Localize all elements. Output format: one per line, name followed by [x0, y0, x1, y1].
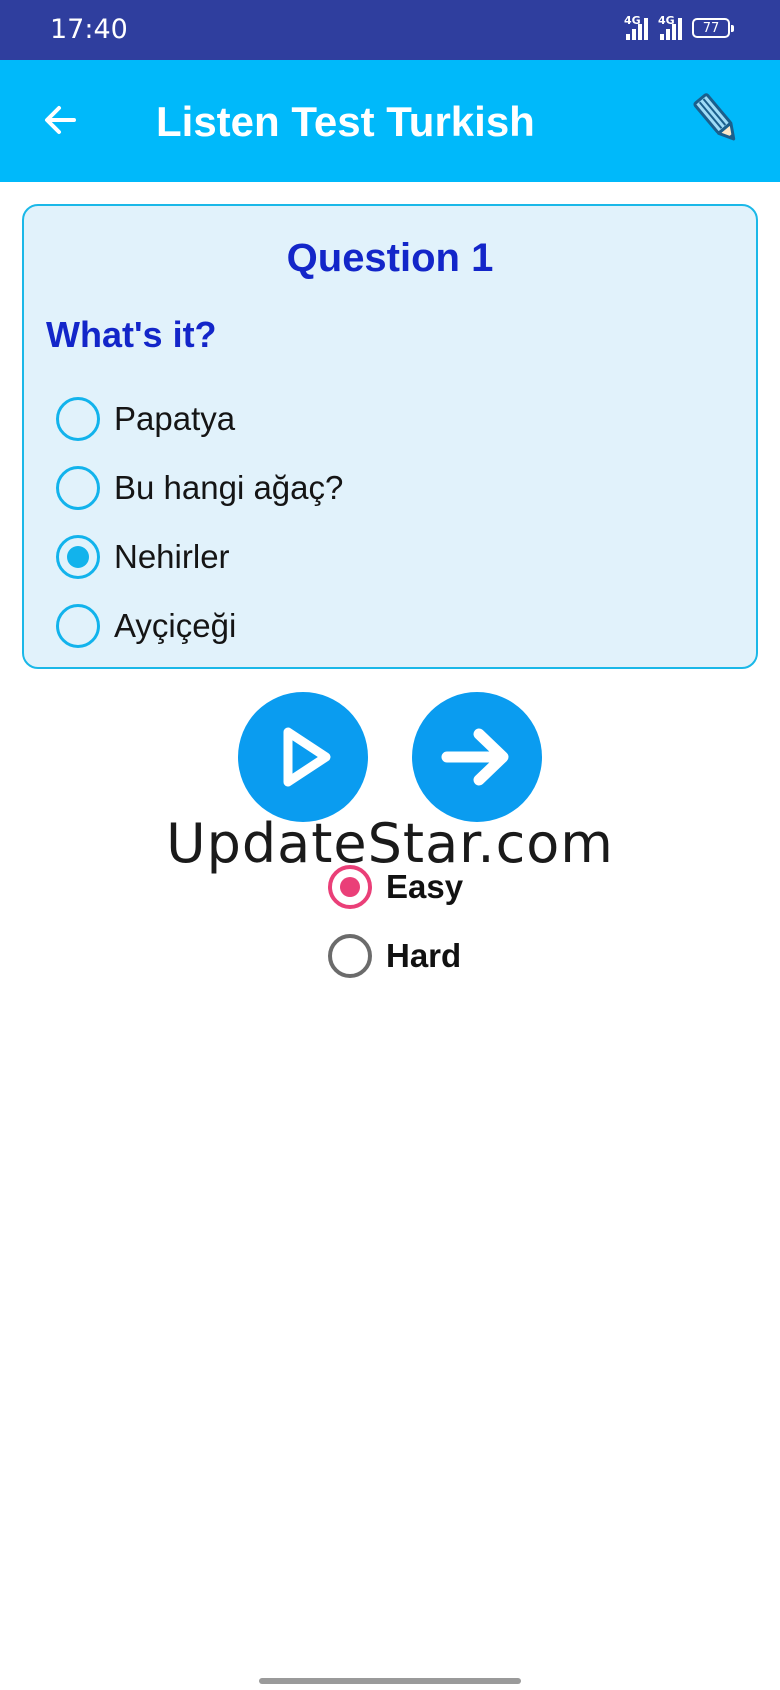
answer-radio-selected[interactable] — [56, 534, 100, 579]
network-type-label: 4G — [624, 14, 641, 27]
answer-label: Nehirler — [114, 537, 230, 575]
pencil-icon — [693, 93, 736, 141]
back-button[interactable] — [30, 90, 90, 150]
next-button[interactable] — [412, 692, 542, 822]
answer-label: Ayçiçeği — [114, 606, 237, 644]
answer-radio[interactable] — [56, 603, 100, 648]
answer-radio[interactable] — [56, 465, 100, 510]
status-bar: 17:40 4G 4G 77 — [0, 0, 780, 60]
status-icons: 4G 4G 77 — [624, 14, 734, 40]
arrow-left-icon — [45, 106, 76, 134]
status-time: 17:40 — [50, 14, 128, 45]
battery-icon: 77 — [692, 18, 734, 38]
difficulty-options: Easy Hard — [328, 852, 463, 990]
difficulty-option-hard[interactable]: Hard — [328, 921, 463, 990]
page-title: Listen Test Turkish — [156, 98, 535, 145]
answer-option[interactable]: Bu hangi ağaç? — [56, 453, 343, 522]
difficulty-radio[interactable] — [328, 933, 372, 978]
app-bar: Listen Test Turkish — [0, 60, 780, 182]
answer-options: Papatya Bu hangi ağaç? Nehirler Ayçiçeği — [56, 384, 343, 660]
difficulty-label: Hard — [386, 936, 462, 974]
network-type-label: 4G — [658, 14, 675, 27]
answer-radio[interactable] — [56, 396, 100, 441]
play-icon — [283, 727, 331, 787]
answer-label: Bu hangi ağaç? — [114, 468, 344, 506]
question-card: Question 1 What's it? Papatya Bu hangi a… — [22, 204, 758, 669]
answer-label: Papatya — [114, 399, 236, 437]
answer-option[interactable]: Ayçiçeği — [56, 591, 343, 660]
edit-button[interactable] — [682, 84, 752, 154]
answer-option[interactable]: Papatya — [56, 384, 343, 453]
signal-icon: 4G — [658, 14, 682, 40]
play-button[interactable] — [238, 692, 368, 822]
signal-icon: 4G — [624, 14, 648, 40]
difficulty-label: Easy — [386, 867, 464, 905]
home-indicator[interactable] — [259, 1678, 521, 1684]
question-title: Question 1 — [286, 236, 494, 280]
question-prompt: What's it? — [46, 314, 217, 355]
arrow-right-icon — [441, 728, 509, 786]
battery-level: 77 — [702, 20, 720, 36]
difficulty-radio-selected[interactable] — [328, 864, 372, 909]
difficulty-option-easy[interactable]: Easy — [328, 852, 463, 921]
answer-option[interactable]: Nehirler — [56, 522, 343, 591]
